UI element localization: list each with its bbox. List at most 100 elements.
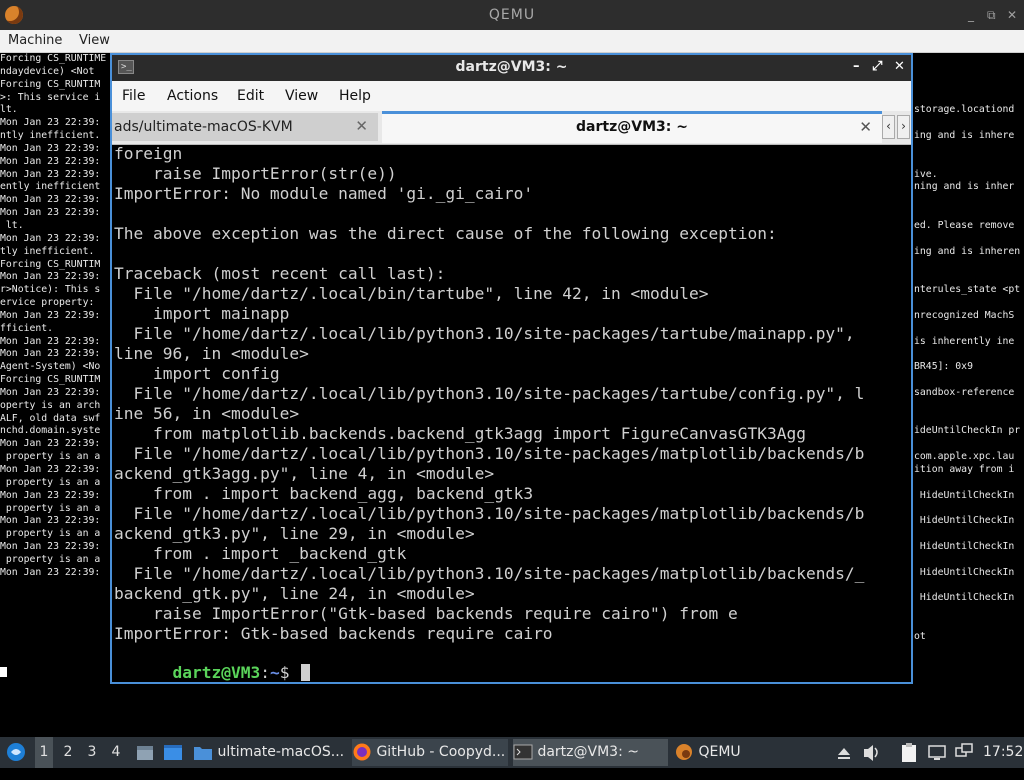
volume-button[interactable] [861,737,883,768]
clock[interactable]: 17:52 [983,737,1023,768]
guest-log-line: property is an a [0,476,101,488]
guest-log-line: ALF, old data swf [0,412,101,424]
guest-log-line: ot [914,630,926,642]
guest-log-line [914,156,1024,169]
workspace-4[interactable]: 4 [107,737,125,768]
workspace-2[interactable]: 2 [59,737,77,768]
qemu-restore-button[interactable]: ⧉ [987,8,996,22]
terminal-output-line: from . import _backend_gtk [114,544,407,563]
guest-log-line: Forcing CS_RUNTIME [0,53,107,64]
terminal-menu-help[interactable]: Help [339,88,371,104]
guest-log-line: sandbox-reference [914,386,1015,398]
guest-log-line: nrecognized MachS [914,309,1015,321]
taskbar: 1 2 3 4 ultimate-macOS... GitHub - Coopy… [0,737,1024,768]
tab-scroll-left-button[interactable]: ‹ [882,115,895,139]
taskbar-window-firefox[interactable]: GitHub - Coopyd... [352,739,508,766]
tab-dartz-vm3[interactable]: dartz@VM3: ~ ✕ [382,111,882,143]
guest-log-line: Mon Jan 23 22:39: [0,142,101,154]
eject-button[interactable] [834,737,854,768]
guest-log-line: is inherently ine [914,335,1015,347]
guest-log-right: storage.locationd ing and is inhere ive. ni… [914,53,1024,644]
guest-console-cursor [0,667,7,677]
guest-log-line [914,79,1024,92]
terminal-maximize-button[interactable]: ⤢ [872,59,882,74]
guest-log-line [914,271,1024,284]
guest-log-line [914,143,1024,156]
terminal-output-line: The above exception was the direct cause… [114,224,777,243]
guest-log-line: ning and is inher [914,181,1015,193]
guest-log-line: HideUntilCheckIn [914,489,1015,501]
terminal-menubar: File Actions Edit View Help [112,81,911,111]
terminal-menu-edit[interactable]: Edit [237,88,264,104]
guest-log-line: Mon Jan 23 22:39: [0,155,101,167]
terminal-output-line: File "/home/dartz/.local/lib/python3.10/… [114,564,865,583]
guest-log-line: ition away from i [914,464,1015,475]
clipboard-icon [902,743,916,762]
prompt-user: dartz@VM3 [172,663,261,682]
qemu-close-button[interactable]: ✕ [1007,8,1017,22]
terminal-window: >_ dartz@VM3: ~ – ⤢ ✕ File Actions Edit … [110,53,913,684]
taskbar-window-files[interactable]: ultimate-macOS... [193,739,345,766]
qemu-icon [676,744,692,760]
terminal-output-line: from matplotlib.backends.backend_gtk3agg… [114,424,806,443]
guest-log-line: ive. [914,168,938,180]
guest-log-line: Mon Jan 23 22:39: [0,515,101,527]
guest-log-line [914,194,1024,207]
terminal-output[interactable]: foreign raise ImportError(str(e)) ImportE… [114,146,909,682]
terminal-menu-actions[interactable]: Actions [167,88,218,104]
qemu-menu-machine[interactable]: Machine [8,33,62,48]
guest-log-line [914,207,1024,220]
tab-scroll-right-button[interactable]: › [897,115,910,139]
qemu-window-title: QEMU [488,7,536,23]
show-desktop-button[interactable] [134,737,156,768]
windows-icon [164,745,182,760]
guest-log-line: Forcing CS_RUNTIM [0,258,101,270]
guest-log-line: HideUntilCheckIn [914,515,1015,527]
tab-label: ads/ultimate-macOS-KVM [114,119,293,135]
guest-log-line: ently inefficient [0,181,101,193]
eject-icon [838,748,850,759]
display-button[interactable] [926,737,948,768]
guest-log-line: >: This service i [0,91,101,103]
terminal-prompt[interactable]: dartz@VM3:~$ [114,644,311,682]
guest-log-line: Agent-System) <No [0,361,101,373]
tab-close-icon[interactable]: ✕ [355,117,368,135]
guest-log-line: r>Notice): This s [0,284,101,296]
prompt-separator: : [260,663,270,682]
window-list-button[interactable] [161,737,185,768]
tab-ultimate-macos-kvm[interactable]: ads/ultimate-macOS-KVM ✕ [112,113,378,141]
terminal-menu-file[interactable]: File [122,88,145,104]
guest-log-line: HideUntilCheckIn [914,592,1015,604]
clipboard-button[interactable] [898,737,920,768]
terminal-close-button[interactable]: ✕ [894,59,905,74]
tab-close-icon[interactable]: ✕ [859,118,872,136]
guest-log-line: Mon Jan 23 22:39: [0,168,101,180]
tab-label: dartz@VM3: ~ [576,119,688,135]
guest-log-line [914,554,1024,567]
guest-log-line: ing and is inheren [914,245,1021,257]
network-button[interactable] [953,737,975,768]
workspace-1[interactable]: 1 [35,737,53,768]
terminal-output-line: from . import backend_agg, backend_gtk3 [114,484,534,503]
folder-icon [194,747,212,760]
guest-log-line: Mon Jan 23 22:39: [0,541,101,553]
guest-log-line: nchd.domain.syste [0,425,101,437]
terminal-tabbar: ads/ultimate-macOS-KVM ✕ dartz@VM3: ~ ✕ … [112,111,911,145]
guest-log-line: Mon Jan 23 22:39: [0,438,101,450]
terminal-output-line: backend_gtk.py", line 24, in <module> [114,584,475,603]
terminal-menu-view[interactable]: View [285,88,318,104]
qemu-minimize-button[interactable]: _ [968,8,974,22]
start-menu-button[interactable] [4,737,28,768]
taskbar-window-qemu[interactable]: QEMU [674,739,754,766]
terminal-minimize-button[interactable]: – [853,59,860,74]
terminal-output-line: Traceback (most recent call last): [114,264,446,283]
guest-log-line: fficient. [0,322,54,334]
workspace-3[interactable]: 3 [83,737,101,768]
terminal-output-line: ackend_gtk3agg.py", line 4, in <module> [114,464,495,483]
display-icon [928,745,946,760]
qemu-menu-view[interactable]: View [79,33,110,48]
terminal-cursor [301,664,311,681]
taskbar-window-terminal[interactable]: dartz@VM3: ~ [513,739,668,766]
guest-log-line: operty is an arch [0,399,101,411]
terminal-titlebar[interactable]: >_ dartz@VM3: ~ – ⤢ ✕ [112,55,911,81]
